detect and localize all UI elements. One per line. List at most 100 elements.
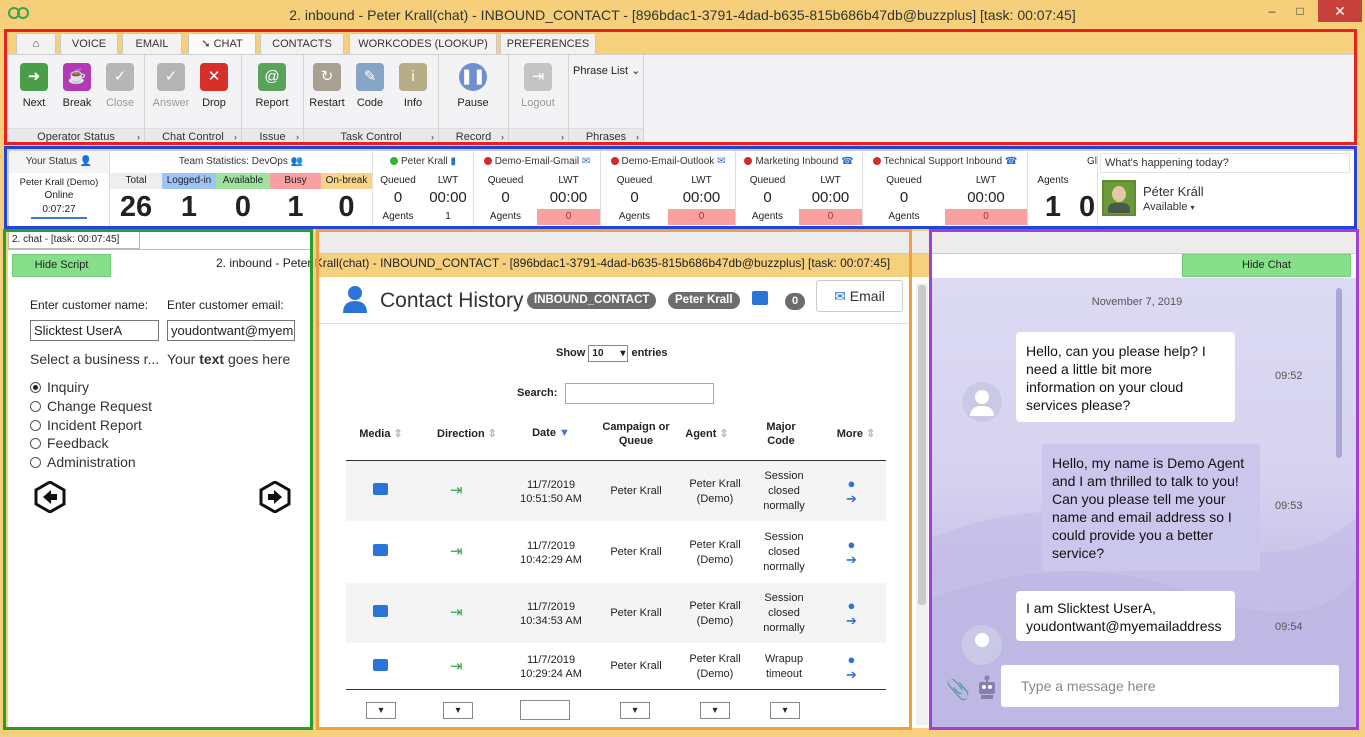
row-more-actions[interactable]: ● ➔ (846, 598, 857, 628)
radio-option[interactable]: Incident Report (30, 416, 152, 435)
filter-queue-select[interactable]: ▾ (620, 702, 650, 719)
drop-button[interactable]: ✕ Drop (193, 61, 235, 109)
more-chat-icon[interactable]: ● (846, 652, 857, 667)
chat-tab-icon: ➘ (201, 38, 211, 50)
search-input[interactable] (565, 383, 714, 404)
next-button[interactable]: ➜ Next (13, 61, 55, 109)
group-expand-icon[interactable]: › (561, 129, 564, 145)
inbound-arrow-icon: ⇥ (450, 543, 463, 560)
column-header[interactable]: Media ⇕ (346, 427, 416, 440)
group-expand-icon[interactable]: › (431, 129, 434, 145)
vertical-scrollbar[interactable] (916, 283, 928, 725)
open-arrow-icon[interactable]: ➔ (846, 613, 857, 628)
close-window-button[interactable]: ✕ (1318, 0, 1362, 22)
filter-agent-select[interactable]: ▾ (700, 702, 730, 719)
previous-step-button[interactable] (34, 480, 66, 516)
group-label-text: Operator Status (37, 131, 115, 143)
column-header[interactable]: Major Code (756, 420, 806, 448)
minimize-button[interactable]: – (1258, 4, 1286, 22)
script-tab[interactable]: 2. chat - [task: 00:07:45] (8, 231, 140, 249)
restart-button[interactable]: ↻ Restart (306, 61, 348, 109)
column-label: Major Code (766, 421, 796, 447)
next-step-button[interactable] (259, 480, 291, 516)
open-arrow-icon[interactable]: ➔ (846, 667, 857, 682)
row-more-actions[interactable]: ● ➔ (846, 476, 857, 506)
tab-preferences[interactable]: PREFERENCES (500, 33, 596, 54)
phrase-list-dropdown[interactable]: Phrase List ⌄ (573, 64, 640, 77)
logout-button[interactable]: ⇥ Logout (517, 61, 559, 109)
table-row[interactable]: ⇥ 11/7/2019 10:34:53 AM Peter Krall Peter… (346, 583, 886, 643)
logout-icon: ⇥ (524, 63, 552, 91)
customer-name-input[interactable]: Slicktest UserA (30, 320, 159, 341)
radio-option[interactable]: Feedback (30, 434, 152, 453)
radio-option[interactable]: Change Request (30, 397, 152, 416)
chat-scrollbar-thumb[interactable] (1336, 288, 1342, 458)
hide-script-button[interactable]: Hide Script (12, 254, 111, 277)
email-button[interactable]: ✉ Email (816, 280, 903, 312)
tab-contacts[interactable]: CONTACTS (260, 33, 344, 54)
radio-option[interactable]: Inquiry (30, 378, 152, 397)
agents-count: 0 (537, 209, 600, 225)
column-header[interactable]: Campaign or Queue (601, 420, 671, 448)
answer-button[interactable]: ✓ Answer (150, 61, 192, 109)
ribbon-toolbar: ➜ Next ☕ Break ✓ Close Operator Status › ✓ An… (8, 54, 1355, 145)
filter-media-select[interactable]: ▾ (366, 702, 396, 719)
tab-home[interactable]: ⌂ (16, 33, 56, 54)
more-chat-icon[interactable]: ● (846, 476, 857, 491)
group-expand-icon[interactable]: › (137, 129, 140, 145)
close-task-button[interactable]: ✓ Close (99, 61, 141, 109)
info-button[interactable]: i Info (392, 61, 434, 109)
tab-email[interactable]: EMAIL (122, 33, 182, 54)
column-header[interactable]: Date ▼ (506, 427, 596, 439)
chat-message-input[interactable]: Type a message here (1001, 665, 1339, 707)
hide-chat-button[interactable]: Hide Chat (1182, 254, 1351, 277)
global-agents-count: 1 (1044, 191, 1062, 223)
group-label-text: Issue (259, 131, 286, 143)
bot-icon[interactable] (976, 674, 998, 703)
tab-voice[interactable]: VOICE (60, 33, 118, 54)
table-row[interactable]: ⇥ 11/7/2019 10:51:50 AM Peter Krall Peter… (346, 461, 886, 521)
report-button[interactable]: @ Report (251, 61, 293, 109)
group-expand-icon[interactable]: › (234, 129, 237, 145)
more-chat-icon[interactable]: ● (846, 598, 857, 613)
table-row[interactable]: ⇥ 11/7/2019 10:42:29 AM Peter Krall Peter… (346, 522, 886, 582)
team-stats-header: Team Statistics: DevOps 👥 (110, 151, 372, 171)
group-expand-icon[interactable]: › (636, 129, 639, 145)
maximize-button[interactable]: □ (1286, 4, 1314, 22)
row-date: 11/7/2019 (526, 601, 576, 613)
group-label: Phrases › (569, 128, 643, 144)
column-header[interactable]: More ⇕ (826, 427, 886, 440)
social-status-panel: What's happening today? Péter Králl Avai… (1097, 151, 1355, 227)
column-header[interactable]: Direction ⇕ (422, 427, 512, 440)
group-expand-icon[interactable]: › (501, 129, 504, 145)
open-arrow-icon[interactable]: ➔ (846, 552, 857, 567)
row-more-actions[interactable]: ● ➔ (846, 537, 857, 567)
row-more-actions[interactable]: ● ➔ (846, 652, 857, 682)
radio-label: Inquiry (47, 379, 90, 395)
table-row[interactable]: ⇥ 11/7/2019 10:29:24 AM Peter Krall Peter… (346, 644, 886, 690)
customer-email-input[interactable]: youdontwant@myem (167, 320, 295, 341)
pause-button[interactable]: ❚❚ Pause (452, 61, 494, 109)
paperclip-icon[interactable]: 📎 (946, 677, 971, 702)
more-chat-icon[interactable]: ● (846, 537, 857, 552)
filter-direction-select[interactable]: ▾ (443, 702, 473, 719)
code-button[interactable]: ✎ Code (349, 61, 391, 109)
total-count: 26 (119, 191, 153, 223)
break-button[interactable]: ☕ Break (56, 61, 98, 109)
tab-chat[interactable]: ➘ CHAT (188, 33, 256, 55)
tab-workcodes[interactable]: WORKCODES (LOOKUP) (349, 33, 497, 54)
filter-code-select[interactable]: ▾ (770, 702, 800, 719)
operator-state[interactable]: Online (9, 189, 109, 203)
page-size-select[interactable]: 10 ▾ (588, 345, 629, 362)
drop-label: Drop (202, 97, 226, 109)
column-header[interactable]: Agent ⇕ (672, 427, 742, 440)
filter-date-input[interactable] (520, 700, 570, 720)
group-expand-icon[interactable]: › (296, 129, 299, 145)
radio-option[interactable]: Administration (30, 453, 152, 472)
team-stats-title: Team Statistics: DevOps (178, 156, 288, 167)
open-arrow-icon[interactable]: ➔ (846, 491, 857, 506)
status-message-input[interactable]: What's happening today? (1100, 153, 1350, 173)
row-queue: Peter Krall (610, 546, 662, 558)
availability-dropdown[interactable]: Available ▾ (1143, 201, 1195, 213)
scrollbar-thumb[interactable] (918, 285, 926, 605)
